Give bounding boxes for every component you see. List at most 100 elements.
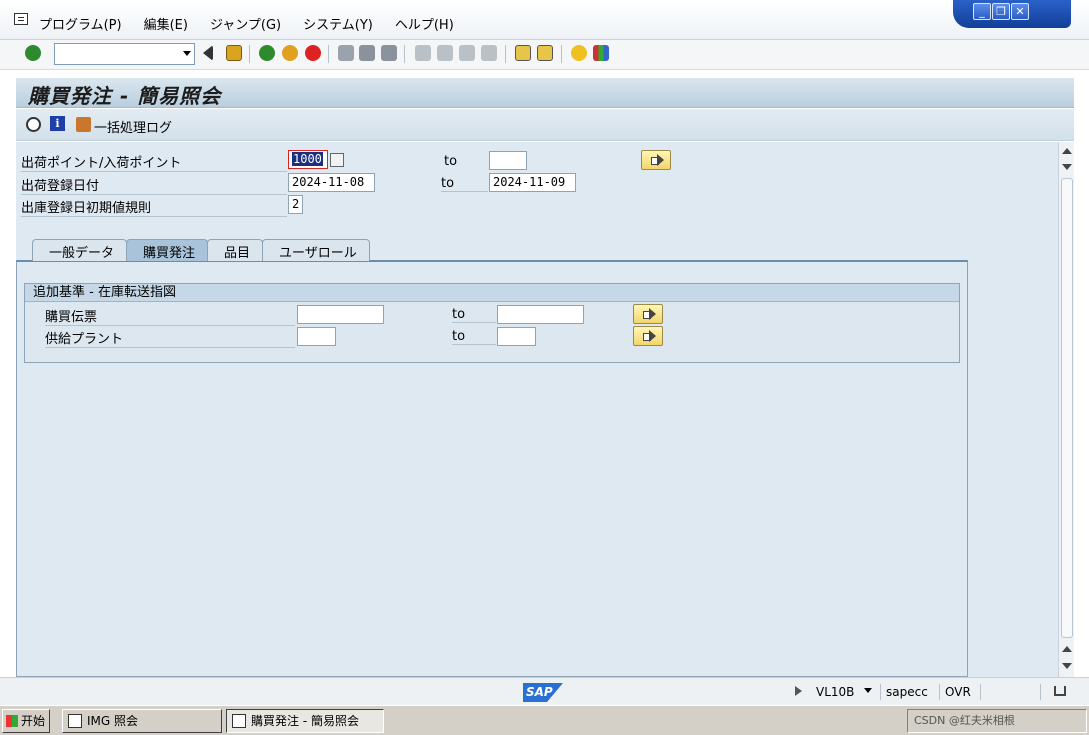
scroll-down-icon[interactable] [1062,164,1072,170]
supplying-plant-to-input[interactable] [497,327,536,346]
layout-menu-icon[interactable] [593,45,609,61]
collapse-left-icon[interactable] [203,45,213,61]
shipping-point-from-input[interactable]: 1000 [288,150,328,169]
insert-mode[interactable]: OVR [945,685,971,699]
delivery-date-label: 出荷登録日付 [21,175,287,195]
start-button[interactable]: 开始 [2,709,50,733]
toolbar-separator [404,45,405,63]
cancel-icon[interactable] [305,45,321,61]
scroll-down-icon[interactable] [1062,663,1072,669]
purchasing-document-to-label: to [452,307,496,323]
taskbar-item-label: 購買発注 - 簡易照会 [251,714,359,728]
multiple-selection-button[interactable] [641,150,671,170]
status-expand-icon[interactable] [795,686,802,696]
menu-bar: プログラム(P) 編集(E) ジャンプ(G) システム(Y) ヘルプ(H) _ … [0,0,1089,40]
date-rule-label: 出庫登録日初期値規則 [21,197,287,217]
transaction-code[interactable]: VL10B [816,685,854,699]
shipping-point-to-label: to [444,154,458,169]
multiple-selection-button[interactable] [633,304,663,324]
server-name: sapecc [886,685,928,699]
previous-page-icon[interactable] [437,45,453,61]
vertical-scrollbar[interactable] [1058,142,1074,677]
system-tray: CSDN @红夫米相根 [907,709,1087,733]
find-next-icon[interactable] [381,45,397,61]
tab-material[interactable]: 品目 [207,239,264,261]
purchasing-document-to-input[interactable] [497,305,584,324]
purchasing-document-label: 購買伝票 [45,306,295,326]
tab-user-role[interactable]: ユーザロール [262,239,370,261]
toolbar-separator [249,45,250,63]
toolbar-separator [561,45,562,63]
supplying-plant-from-input[interactable] [297,327,336,346]
multiple-selection-icon[interactable] [330,153,344,167]
menu-system[interactable]: システム(Y) [303,14,373,33]
execute-icon[interactable] [26,117,41,132]
chevron-down-icon[interactable] [183,51,191,56]
help-icon[interactable] [571,45,587,61]
shortcut-icon[interactable] [537,45,553,61]
menu-edit[interactable]: 編集(E) [144,14,188,33]
info-icon[interactable]: i [50,116,65,131]
menu-help[interactable]: ヘルプ(H) [395,14,454,33]
title-bar: 購買発注 - 簡易照会 [16,78,1074,108]
menu-goto[interactable]: ジャンプ(G) [210,14,281,33]
restore-button[interactable]: ❐ [992,3,1010,20]
delivery-date-to-input[interactable]: 2024-11-09 [489,173,576,192]
scroll-up-icon[interactable] [1062,148,1072,154]
menu-program[interactable]: プログラム(P) [39,14,122,33]
batch-log-icon[interactable] [76,117,91,132]
menu-items: プログラム(P) 編集(E) ジャンプ(G) システム(Y) ヘルプ(H) [39,14,454,33]
minimize-button[interactable]: _ [973,3,991,20]
toolbar-separator [505,45,506,63]
taskbar-item-po[interactable]: 購買発注 - 簡易照会 [226,709,384,733]
status-divider [980,684,981,700]
taskbar-item-img[interactable]: IMG 照会 [62,709,222,733]
print-icon[interactable] [338,45,354,61]
tab-strip: 一般データ 購買発注 品目 ユーザロール [32,239,370,261]
close-button[interactable]: ✕ [1011,3,1029,20]
shipping-point-label: 出荷ポイント/入荷ポイント [21,152,287,172]
status-divider [939,684,940,700]
scroll-up-icon[interactable] [1062,646,1072,652]
group-title: 追加基準 - 在庫転送指図 [25,284,959,302]
multiple-selection-button[interactable] [633,326,663,346]
back-icon[interactable] [259,45,275,61]
status-divider [1040,684,1041,700]
tab-purchase-order[interactable]: 購買発注 [126,239,209,261]
first-page-icon[interactable] [415,45,431,61]
next-page-icon[interactable] [459,45,475,61]
scrollbar-thumb[interactable] [1061,178,1073,638]
exit-icon[interactable] [282,45,298,61]
standard-toolbar [0,40,1089,70]
taskbar-item-label: IMG 照会 [87,714,139,728]
window-icon [68,714,82,728]
command-field[interactable] [54,43,195,65]
tab-general-data[interactable]: 一般データ [32,239,128,261]
status-bar: SAP VL10B sapecc OVR [0,677,1089,705]
supplying-plant-label: 供給プラント [45,328,295,348]
find-icon[interactable] [359,45,375,61]
start-label: 开始 [21,714,46,728]
menu-system-icon[interactable] [14,13,28,25]
toolbar-separator [328,45,329,63]
enter-icon[interactable] [25,45,41,61]
tray-watermark: CSDN @红夫米相根 [914,714,1015,727]
window-controls: _ ❐ ✕ [953,0,1071,28]
shipping-point-to-input[interactable] [489,151,527,170]
new-session-icon[interactable] [515,45,531,61]
last-page-icon[interactable] [481,45,497,61]
windows-logo-icon [6,715,18,727]
page-title: 購買発注 - 簡易照会 [28,84,222,108]
supplying-plant-to-label: to [452,329,496,345]
delivery-date-from-input[interactable]: 2024-11-08 [288,173,375,192]
lock-icon [1054,686,1066,696]
window-icon [232,714,246,728]
batch-log-button[interactable]: 一括処理ログ [94,117,172,136]
application-toolbar: i 一括処理ログ [16,109,1074,141]
purchasing-document-from-input[interactable] [297,305,384,324]
date-rule-input[interactable]: 2 [288,195,303,214]
chevron-down-icon[interactable] [864,688,872,693]
sap-logo: SAP [523,683,563,702]
save-icon[interactable] [226,45,242,61]
shipping-point-from-value: 1000 [292,152,323,166]
